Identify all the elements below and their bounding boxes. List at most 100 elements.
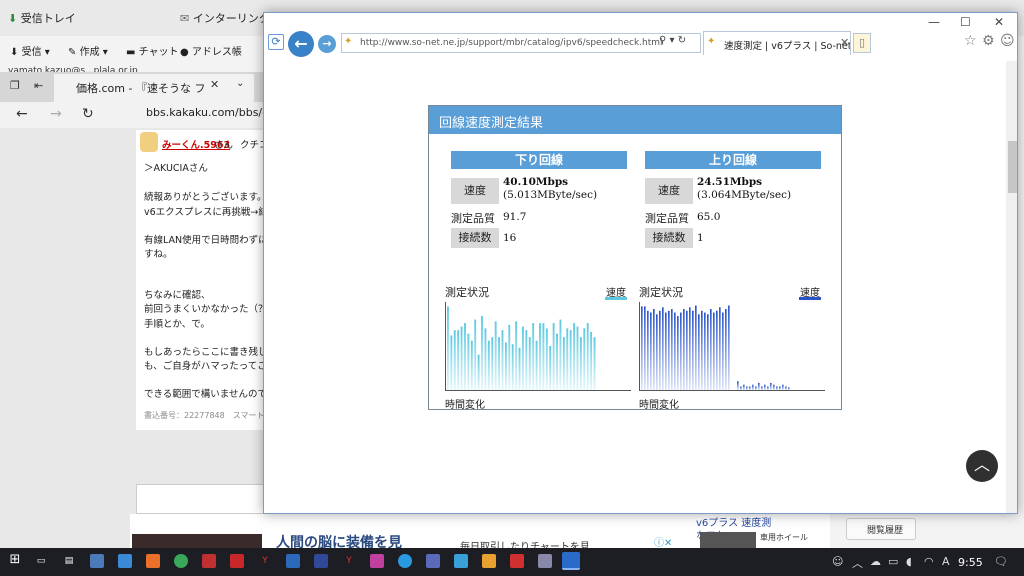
speed-bar	[460, 326, 463, 390]
edge-tab-kakaku[interactable]: 価格.com - 『速そうな フ	[54, 74, 254, 102]
mail-icon: ✉	[180, 12, 190, 25]
tab-close-icon[interactable]: ✕	[210, 78, 219, 91]
refresh-icon[interactable]: ↻	[82, 106, 94, 122]
upload-chart-title: 測定状況	[639, 286, 683, 299]
smiley-feedback-icon[interactable]: ☺	[1000, 33, 1015, 49]
download-quality-label: 測定品質	[451, 212, 495, 225]
upload-connections-value: 1	[697, 232, 704, 244]
refresh-icon[interactable]: ↻	[678, 35, 686, 46]
speed-bar	[770, 382, 772, 390]
speed-bar	[464, 323, 466, 390]
app-icon[interactable]	[426, 554, 440, 568]
post-line: すね。	[144, 249, 173, 260]
close-button[interactable]: ✕	[994, 15, 1004, 29]
minimize-button[interactable]: —	[928, 15, 940, 29]
forward-arrow-icon[interactable]: →	[50, 106, 62, 122]
clock[interactable]: 9:55	[958, 556, 983, 569]
back-arrow-icon[interactable]: ←	[16, 106, 28, 122]
post-line: 続報ありがとうございます。	[144, 192, 267, 203]
speed-bar	[716, 310, 718, 390]
start-windows-icon[interactable]: ⊞	[8, 553, 22, 567]
tab-site-icon: ✦	[707, 36, 716, 47]
app-icon[interactable]	[370, 554, 384, 568]
task-view-icon[interactable]: ▭	[34, 554, 48, 568]
speed-bar	[713, 312, 715, 390]
ie-taskbar-icon[interactable]	[562, 552, 580, 570]
chat-button[interactable]: ▬ チャット	[126, 43, 179, 58]
upload-quality-value: 65.0	[697, 211, 721, 223]
keyboard-icon[interactable]: ▭	[888, 555, 898, 568]
speed-bar	[504, 342, 507, 390]
address-book-button[interactable]: ● アドレス帳	[180, 43, 242, 58]
compat-view-icon[interactable]: ⟳	[268, 34, 284, 50]
app-icon[interactable]	[454, 554, 468, 568]
app-icon[interactable]: Y	[258, 554, 272, 568]
speed-bar	[477, 354, 480, 390]
set-aside-icon[interactable]: ⇤	[34, 79, 43, 92]
download-icon: ⬇	[10, 47, 19, 58]
upload-quality-label: 測定品質	[645, 212, 689, 225]
forward-button[interactable]: →	[318, 35, 336, 53]
dropdown-icon[interactable]: ▾	[670, 35, 675, 46]
notification-icon[interactable]: 🗨	[994, 555, 1008, 568]
back-button[interactable]: ←	[288, 31, 314, 57]
side-item-label[interactable]: 車用ホイール	[760, 532, 808, 543]
favorites-star-icon[interactable]: ☆	[964, 33, 977, 49]
volume-icon[interactable]: ◖	[906, 555, 912, 568]
people-icon[interactable]: ☺	[832, 555, 843, 568]
chrome-icon[interactable]	[174, 554, 188, 568]
ie-tab-close-icon[interactable]: ✕	[840, 36, 849, 49]
app-icon[interactable]	[202, 554, 216, 568]
sbi-icon[interactable]	[286, 554, 300, 568]
compose-button[interactable]: ✎ 作成 ▾	[68, 43, 108, 58]
ad-image[interactable]	[132, 534, 262, 548]
ie-tab-speedtest[interactable]: 速度測定 | v6プラス | So-net (...	[703, 31, 851, 55]
speed-bar	[542, 323, 545, 390]
tab-switch-icon[interactable]: ❐	[10, 79, 20, 92]
post-footer: 書込番号：22277848 スマートフ	[144, 411, 273, 420]
app-icon[interactable]	[230, 554, 244, 568]
download-connections-label: 接続数	[451, 228, 499, 248]
scrollbar-thumb[interactable]	[1008, 141, 1017, 193]
speed-bar	[674, 312, 676, 390]
app-icon[interactable]	[398, 554, 412, 568]
tab-inbox[interactable]: ⬇ 受信トレイ	[8, 10, 76, 32]
download-header: 下り回線	[451, 151, 627, 169]
app-icon[interactable]	[90, 554, 104, 568]
speed-bar	[556, 333, 558, 390]
speed-bar	[677, 316, 679, 390]
speed-bar	[545, 328, 548, 390]
app-icon[interactable]	[314, 554, 328, 568]
cloud-icon[interactable]: ☁	[870, 555, 881, 568]
ie-address-bar[interactable]: http://www.so-net.ne.jp/support/mbr/cata…	[341, 33, 701, 53]
search-icon[interactable]: ⚲	[659, 35, 666, 46]
tab-list-chevron-icon[interactable]: ⌄	[236, 78, 244, 89]
ime-indicator[interactable]: A	[942, 555, 950, 568]
new-tab-button[interactable]: ▯	[853, 33, 871, 53]
explorer-icon[interactable]: ▤	[62, 554, 76, 568]
history-label: 閲覧履歴	[867, 526, 904, 536]
gear-icon[interactable]: ⚙	[982, 33, 995, 49]
vertical-scrollbar[interactable]	[1006, 61, 1017, 513]
thumbnail-image[interactable]	[700, 532, 756, 548]
app-icon[interactable]: Y	[342, 554, 356, 568]
app-icon[interactable]	[118, 554, 132, 568]
edge-address-bar[interactable]: bbs.kakaku.com/bbs/-/Sort	[128, 106, 264, 124]
reply-input[interactable]	[136, 484, 264, 514]
chevron-up-icon[interactable]: ︿	[852, 555, 863, 571]
amazon-icon[interactable]	[482, 554, 496, 568]
speed-result-panel: 回線速度測定結果 下り回線 速度 40.10Mbps (5.013MByte/s…	[428, 105, 842, 411]
speed-bar	[579, 337, 582, 390]
speed-bar	[725, 309, 727, 390]
network-icon[interactable]: ◠	[924, 555, 934, 568]
speed-bar	[593, 337, 596, 390]
scroll-to-top-button[interactable]: ︿	[966, 450, 998, 482]
rakuten-icon[interactable]	[510, 554, 524, 568]
browse-history-button[interactable]: 閲覧履歴	[846, 518, 916, 540]
speed-bar	[474, 319, 477, 390]
receive-button[interactable]: ⬇ 受信 ▾	[10, 43, 50, 58]
firefox-icon[interactable]	[146, 554, 160, 568]
maximize-button[interactable]: ☐	[960, 15, 971, 29]
calculator-icon[interactable]	[538, 554, 552, 568]
ad-choices-icon[interactable]: ⓘ✕	[654, 534, 672, 549]
